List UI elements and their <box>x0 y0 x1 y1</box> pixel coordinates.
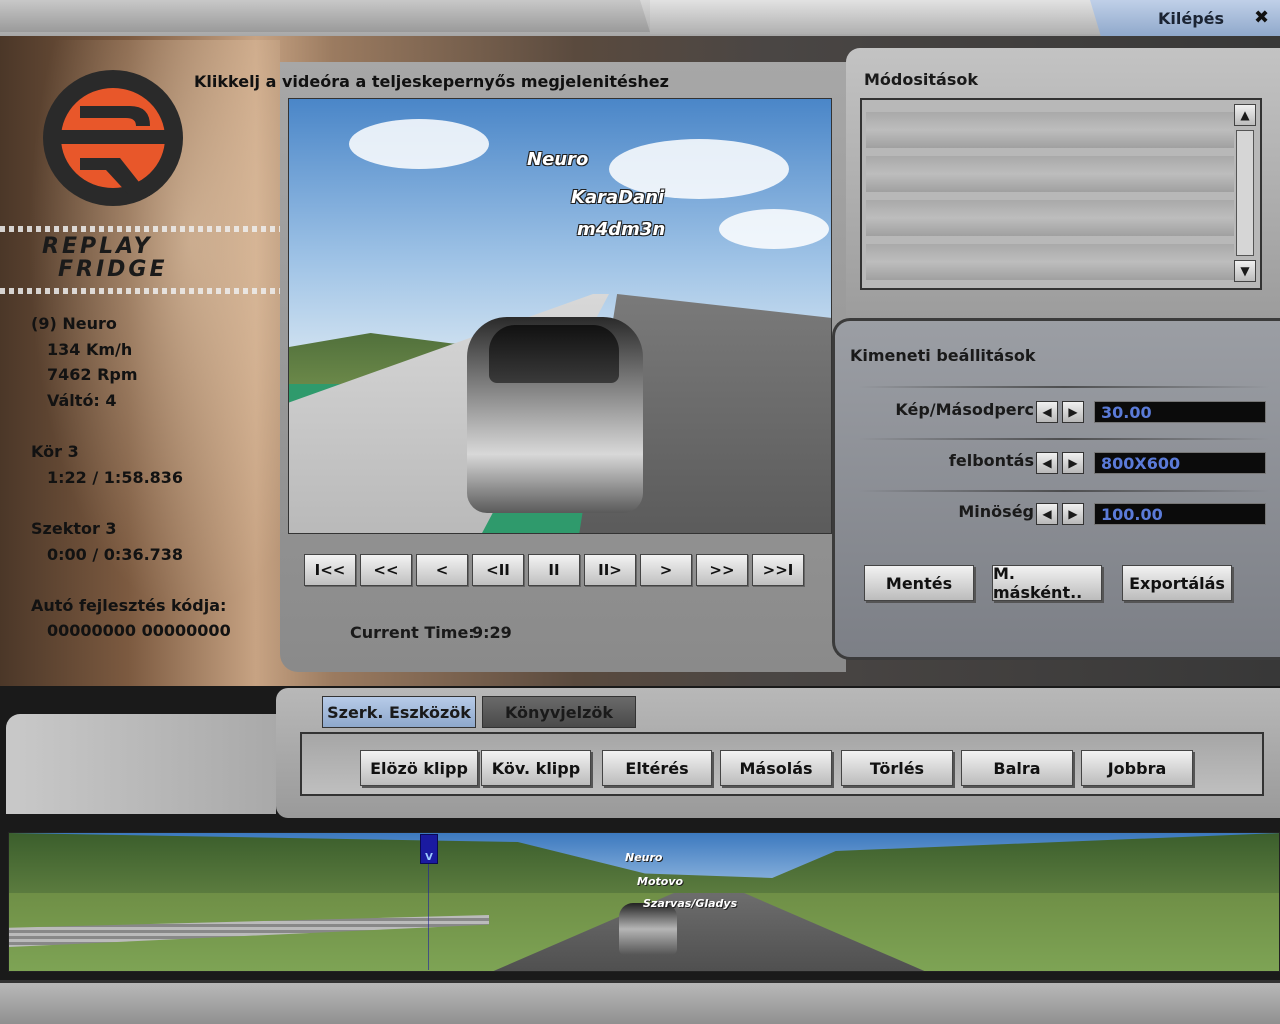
exit-label[interactable]: Kilépés <box>1158 9 1224 28</box>
quality-decrease-button[interactable]: ◀ <box>1036 503 1058 525</box>
save-as-button[interactable]: M. másként.. <box>992 564 1102 602</box>
strip-car <box>619 903 677 955</box>
diff-button[interactable]: Eltérés <box>602 750 712 786</box>
close-icon[interactable]: ✖ <box>1254 7 1269 28</box>
video-car-window <box>489 325 619 383</box>
save-button[interactable]: Mentés <box>864 565 974 601</box>
fps-increase-button[interactable]: ▶ <box>1062 401 1084 423</box>
settings-divider <box>858 490 1270 492</box>
timeline-marker-line <box>428 864 429 970</box>
stat-gear: Váltó: 4 <box>47 391 117 410</box>
replay-fridge-logo-icon <box>43 70 183 206</box>
top-bar-center <box>650 0 1100 34</box>
skip-end-button[interactable]: >>I <box>752 554 804 586</box>
settings-divider <box>858 438 1270 440</box>
right-button[interactable]: Jobbra <box>1081 750 1193 786</box>
top-bar-tab <box>0 0 650 32</box>
resolution-increase-button[interactable]: ▶ <box>1062 452 1084 474</box>
stat-lap-time: 1:22 / 1:58.836 <box>47 468 184 487</box>
copy-button[interactable]: Másolás <box>720 750 832 786</box>
resolution-value[interactable]: 800X600 <box>1094 452 1266 474</box>
stat-speed: 134 Km/h <box>47 340 133 359</box>
fps-label: Kép/Másodperc <box>895 400 1034 419</box>
fps-decrease-button[interactable]: ◀ <box>1036 401 1058 423</box>
driver-tag-2: KaraDani <box>571 187 665 208</box>
stat-lap-label: Kör 3 <box>31 442 79 461</box>
stat-sector-label: Szektor 3 <box>31 519 117 538</box>
skip-start-button[interactable]: I<< <box>304 554 356 586</box>
pause-button[interactable]: II <box>528 554 580 586</box>
bottom-bar <box>0 980 1280 1024</box>
scroll-track[interactable] <box>1236 130 1254 256</box>
current-time-label: Current Time: <box>350 623 475 642</box>
mods-list[interactable] <box>860 98 1262 290</box>
list-item[interactable] <box>866 200 1234 236</box>
left-button[interactable]: Balra <box>961 750 1073 786</box>
video-hint: Klikkelj a videóra a teljeskepernyős meg… <box>194 72 669 91</box>
timeline-strip[interactable]: Neuro Motovo Szarvas/Gladys <box>8 832 1280 972</box>
mods-title: Módositások <box>864 70 978 89</box>
output-settings-panel <box>832 318 1280 660</box>
stat-code-value: 00000000 00000000 <box>47 621 231 640</box>
tab-edit-tools[interactable]: Szerk. Eszközök <box>322 696 476 728</box>
step-forward-button[interactable]: > <box>640 554 692 586</box>
list-item[interactable] <box>866 156 1234 192</box>
settings-divider <box>858 386 1270 388</box>
stat-rpm: 7462 Rpm <box>47 365 138 384</box>
list-item[interactable] <box>866 244 1234 280</box>
strip-driver-tag-2: Motovo <box>637 875 684 888</box>
rewind-button[interactable]: << <box>360 554 412 586</box>
timeline-marker-icon[interactable]: V <box>420 834 438 864</box>
logo-dotline-top <box>0 226 280 232</box>
stat-driver: (9) Neuro <box>31 314 117 333</box>
lower-left-panel <box>6 714 276 814</box>
logo-text-replay: REPLAY <box>42 234 153 259</box>
scroll-up-icon[interactable]: ▲ <box>1234 104 1256 126</box>
delete-button[interactable]: Törlés <box>841 750 953 786</box>
quality-increase-button[interactable]: ▶ <box>1062 503 1084 525</box>
export-button[interactable]: Exportálás <box>1122 565 1232 601</box>
video-cloud <box>349 119 489 169</box>
driver-tag-1: Neuro <box>527 149 589 170</box>
stat-code-label: Autó fejlesztés kódja: <box>31 596 227 615</box>
list-item[interactable] <box>866 112 1234 148</box>
strip-driver-tag-1: Neuro <box>625 851 663 864</box>
resolution-decrease-button[interactable]: ◀ <box>1036 452 1058 474</box>
mods-scrollbar[interactable]: ▲ ▼ <box>1234 104 1256 284</box>
next-clip-button[interactable]: Köv. klipp <box>481 750 591 786</box>
output-settings-title: Kimeneti beállitások <box>850 346 1036 365</box>
step-back-button[interactable]: < <box>416 554 468 586</box>
logo-text-fridge: FRIDGE <box>58 257 168 282</box>
resolution-label: felbontás <box>948 451 1034 470</box>
replay-video[interactable]: Neuro KaraDani m4dm3n <box>288 98 832 534</box>
video-cloud <box>719 209 829 249</box>
logo-dotline-bottom <box>0 288 280 294</box>
current-time-value: 9:29 <box>472 623 512 642</box>
quality-value[interactable]: 100.00 <box>1094 503 1266 525</box>
fps-value[interactable]: 30.00 <box>1094 401 1266 423</box>
quality-label: Minöség <box>958 502 1034 521</box>
driver-tag-3: m4dm3n <box>577 219 666 240</box>
tab-bookmarks[interactable]: Könyvjelzök <box>482 696 636 728</box>
stat-sector-time: 0:00 / 0:36.738 <box>47 545 184 564</box>
fast-forward-button[interactable]: >> <box>696 554 748 586</box>
frame-forward-button[interactable]: II> <box>584 554 636 586</box>
prev-clip-button[interactable]: Elözö klipp <box>360 750 478 786</box>
strip-driver-tag-3: Szarvas/Gladys <box>643 897 738 910</box>
scroll-down-icon[interactable]: ▼ <box>1234 260 1256 282</box>
frame-back-button[interactable]: <II <box>472 554 524 586</box>
